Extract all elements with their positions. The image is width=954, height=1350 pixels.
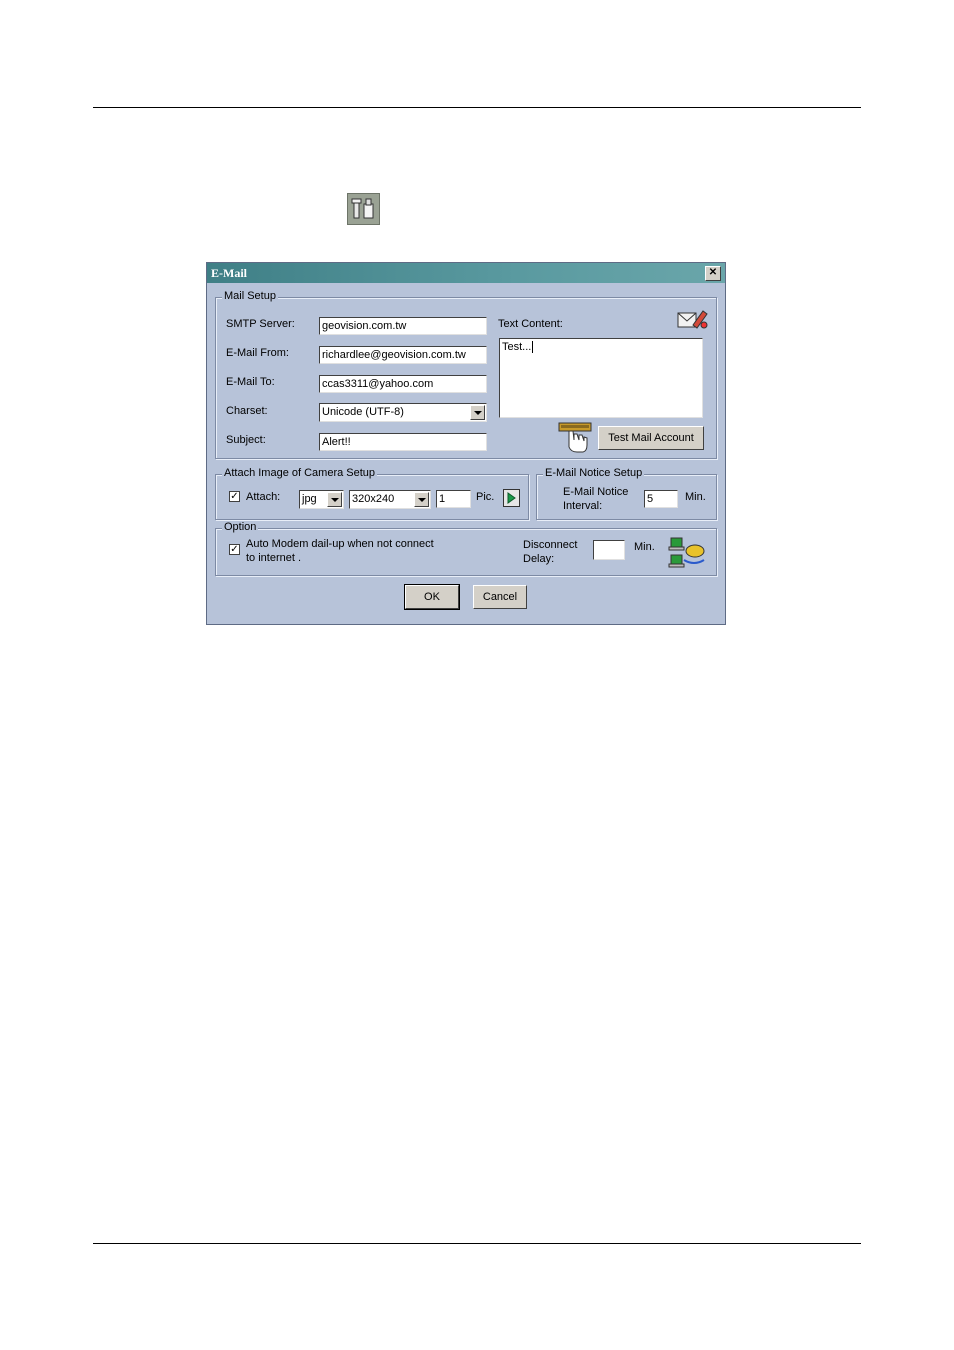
email-from-label: E-Mail From: [226,347,289,359]
disconnect-delay-unit: Min. [634,541,655,553]
auto-modem-label: Auto Modem dail-up when not connect [246,538,434,550]
header-rule [93,107,861,108]
chevron-down-icon[interactable] [414,492,429,507]
auto-modem-label-2: to internet . [246,552,302,564]
text-content-value: Test... [502,341,532,353]
smtp-label: SMTP Server: [226,318,295,330]
smtp-server-field[interactable]: geovision.com.tw [319,317,487,335]
chevron-down-icon[interactable] [327,492,342,507]
disconnect-delay-label: Disconnect [523,539,578,551]
charset-select[interactable]: Unicode (UTF-8) [319,403,487,422]
notice-interval-label-2: Interval: [563,500,603,512]
subject-field[interactable]: Alert!! [319,433,487,451]
attach-checkbox[interactable]: ✓ [229,491,240,502]
attach-image-legend: Attach Image of Camera Setup [222,467,378,479]
dialog-title: E-Mail [211,266,247,280]
ok-button[interactable]: OK [404,584,460,610]
charset-label: Charset: [226,405,268,417]
subject-label: Subject: [226,434,266,446]
dialog-titlebar: E-Mail ✕ [207,263,725,283]
email-notice-legend: E-Mail Notice Setup [543,467,645,479]
picture-unit-label: Pic. [476,491,495,503]
option-legend: Option [222,521,259,533]
cancel-button[interactable]: Cancel [473,585,527,609]
mail-edit-icon [675,307,711,333]
auto-modem-checkbox[interactable]: ✓ [229,544,240,555]
email-dialog: E-Mail ✕ Mail Setup SMTP Server: geovisi… [206,262,726,625]
close-icon: ✕ [708,267,718,278]
picture-count-field[interactable]: 1 [436,490,471,508]
notice-interval-label: E-Mail Notice [563,486,629,498]
email-to-field[interactable]: ccas3311@yahoo.com [319,375,487,393]
network-computers-icon [668,536,706,570]
image-format-select[interactable]: jpg [299,490,344,509]
disconnect-delay-label-2: Delay: [523,553,555,565]
charset-value: Unicode (UTF-8) [322,406,404,418]
check-icon: ✓ [230,491,239,502]
text-content-area[interactable]: Test... [499,338,703,418]
notice-interval-field[interactable]: 5 [644,490,678,508]
email-from-field[interactable]: richardlee@geovision.com.tw [319,346,487,364]
test-mail-account-button[interactable]: Test Mail Account [598,426,704,450]
disconnect-delay-field[interactable] [593,540,625,560]
hand-pointer-icon [557,421,595,455]
close-button[interactable]: ✕ [705,266,721,281]
text-content-label: Text Content: [498,318,563,330]
chevron-down-icon[interactable] [470,405,485,420]
attach-label: Attach: [246,491,281,503]
image-format-value: jpg [302,493,317,505]
footer-rule [93,1243,861,1244]
notice-interval-unit: Min. [685,491,706,503]
play-arrow-icon[interactable] [503,489,520,507]
check-icon: ✓ [230,544,239,555]
mail-setup-legend: Mail Setup [222,290,278,302]
image-size-select[interactable]: 320x240 [349,490,431,509]
image-size-value: 320x240 [352,493,395,505]
email-to-label: E-Mail To: [226,376,275,388]
tools-icon[interactable] [347,193,380,225]
